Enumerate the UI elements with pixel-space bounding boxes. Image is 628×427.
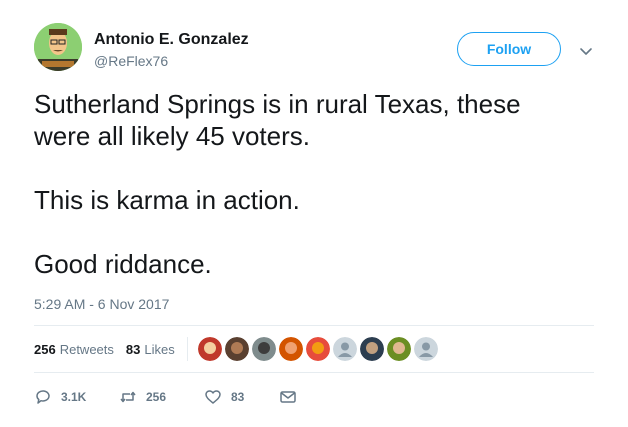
default-avatar-icon — [332, 337, 357, 361]
divider — [34, 372, 594, 373]
tweet-text: Sutherland Springs is in rural Texas, th… — [34, 88, 594, 280]
user-handle[interactable]: @ReFlex76 — [94, 53, 168, 69]
tweet-timestamp[interactable]: 5:29 AM - 6 Nov 2017 — [34, 296, 169, 312]
liker-avatar-icon — [305, 337, 330, 361]
retweets-count: 256 — [34, 341, 56, 357]
reply-count: 3.1K — [61, 390, 87, 404]
liker-avatar[interactable] — [359, 337, 384, 361]
likes-label: Likes — [144, 341, 175, 357]
chevron-down-icon[interactable] — [578, 43, 594, 59]
liker-avatar-icon — [224, 337, 249, 361]
liker-avatar[interactable] — [197, 337, 222, 361]
liker-avatar-icon — [197, 337, 222, 361]
default-avatar-icon — [413, 337, 438, 361]
tweet-text-line: Good riddance. — [34, 249, 212, 279]
tweet-card: Antonio E. Gonzalez @ReFlex76 Follow Sut… — [0, 0, 628, 427]
liker-avatar[interactable] — [386, 337, 411, 361]
liker-avatar[interactable] — [305, 337, 330, 361]
like-button[interactable]: 83 — [204, 388, 279, 406]
likes-count: 83 — [125, 341, 141, 357]
cartoon-avatar-icon — [34, 23, 82, 71]
liker-avatar-icon — [359, 337, 384, 361]
reply-icon — [36, 390, 50, 404]
reply-button[interactable]: 3.1K — [34, 388, 119, 406]
direct-message-button[interactable] — [279, 388, 297, 406]
envelope-icon — [280, 391, 296, 403]
liker-avatar-icon — [278, 337, 303, 361]
likes-stat[interactable]: 83 Likes — [126, 342, 175, 357]
liker-avatar[interactable] — [224, 337, 249, 361]
liker-avatar-icon — [386, 337, 411, 361]
liker-avatar[interactable] — [278, 337, 303, 361]
tweet-text-line: were all likely 45 voters. — [34, 121, 310, 151]
liker-avatars — [197, 337, 441, 361]
tweet-text-line: This is karma in action. — [34, 185, 300, 215]
divider — [34, 325, 594, 326]
retweet-button[interactable]: 256 — [119, 388, 204, 406]
heart-icon — [205, 390, 221, 404]
tweet-stats: 256 Retweets 83 Likes — [34, 337, 441, 361]
retweet-icon — [120, 391, 136, 403]
follow-button[interactable]: Follow — [457, 32, 561, 66]
retweets-stat[interactable]: 256 Retweets — [34, 342, 114, 357]
stats-separator — [186, 337, 188, 361]
tweet-text-line: Sutherland Springs is in rural Texas, th… — [34, 89, 521, 119]
tweet-actions: 3.1K 256 83 — [34, 387, 297, 407]
like-count: 83 — [231, 390, 245, 404]
default-avatar[interactable] — [413, 337, 438, 361]
liker-avatar-icon — [251, 337, 276, 361]
retweet-count: 256 — [146, 390, 167, 404]
liker-avatar[interactable] — [251, 337, 276, 361]
retweets-label: Retweets — [59, 341, 114, 357]
user-avatar[interactable] — [34, 23, 82, 71]
default-avatar[interactable] — [332, 337, 357, 361]
user-name[interactable]: Antonio E. Gonzalez — [94, 31, 249, 49]
